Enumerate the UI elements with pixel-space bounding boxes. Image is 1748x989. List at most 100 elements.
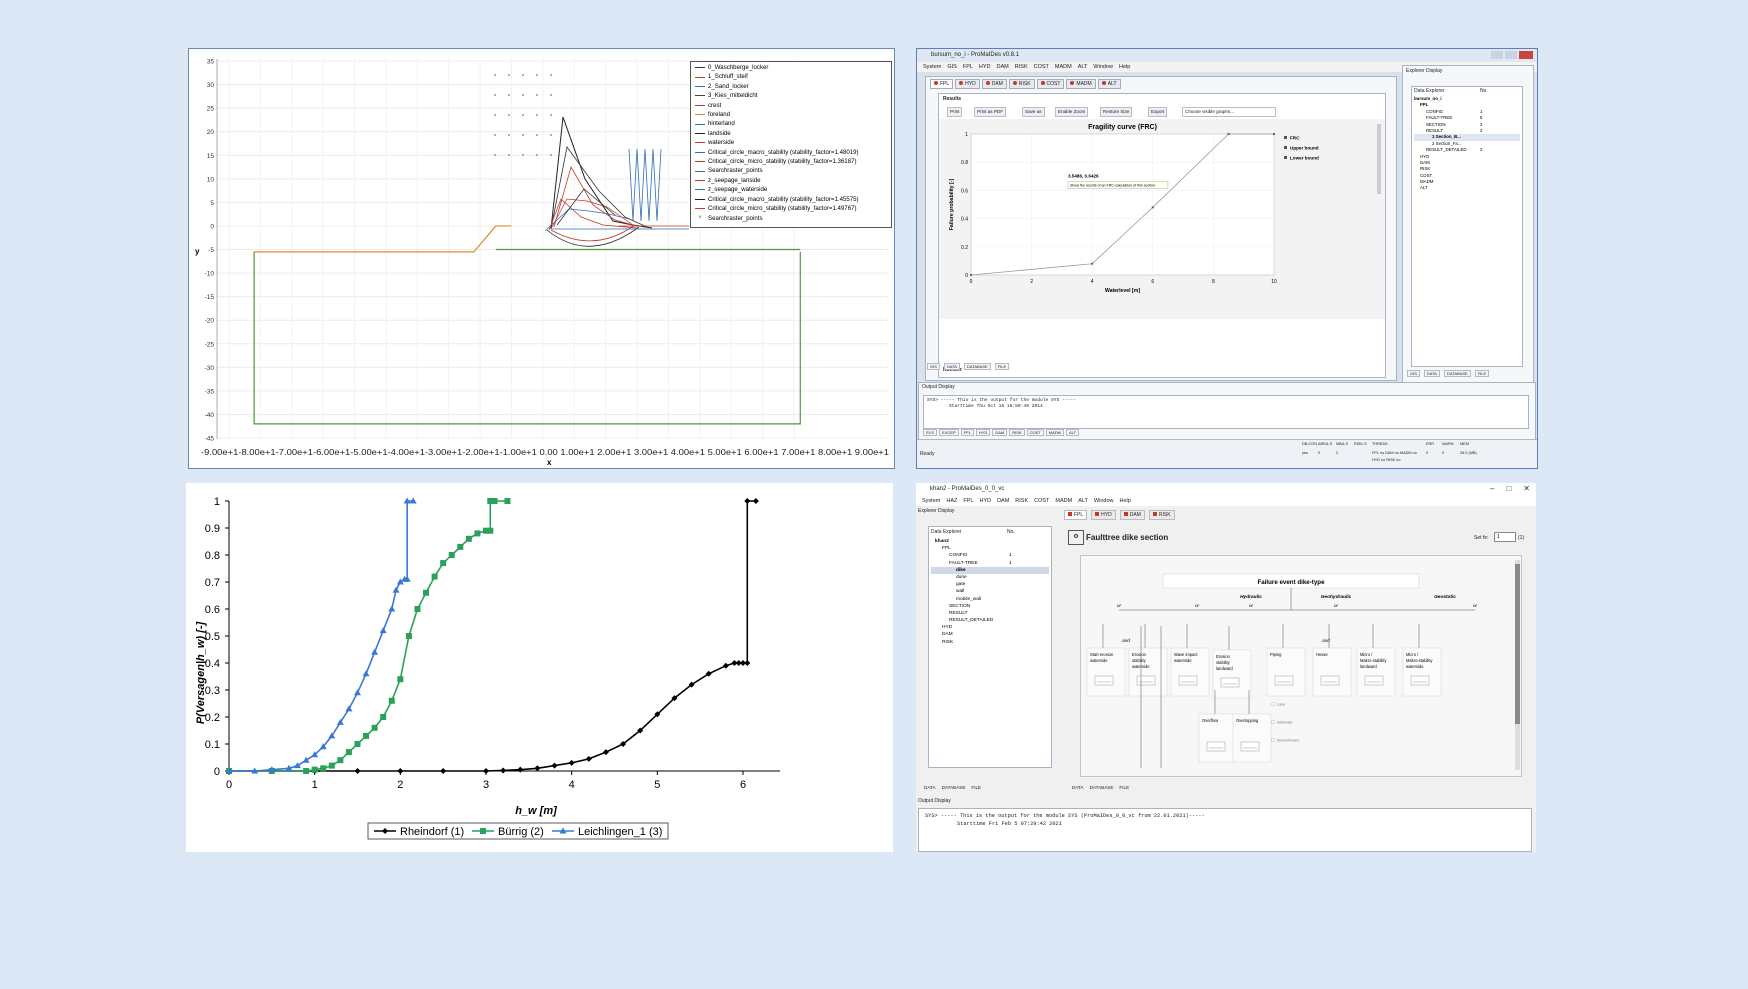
tree-item[interactable]: CONFIG 1 (931, 552, 1049, 559)
tab-dam[interactable]: DAM (981, 79, 1007, 89)
menu-item-system[interactable]: System (922, 496, 940, 506)
event-settings-icon[interactable] (1220, 677, 1240, 688)
tree-item[interactable]: HYD (931, 624, 1049, 631)
event-settings-icon[interactable] (1364, 675, 1384, 686)
tab-cost[interactable]: COST (1036, 79, 1065, 89)
event-settings-icon[interactable] (1206, 741, 1226, 752)
tree-item[interactable]: dike (931, 566, 1049, 574)
output-console[interactable]: SYS> ----- This is the output for the mo… (923, 395, 1529, 429)
piping-option-radio[interactable] (1271, 720, 1275, 724)
scrollbar-thumb[interactable] (1515, 564, 1520, 724)
tab-data[interactable]: DATA (1423, 370, 1440, 377)
tab-data[interactable]: DATA (1072, 785, 1084, 790)
menu-item-fpl[interactable]: FPL (963, 62, 973, 72)
maximize-button[interactable] (1505, 51, 1517, 59)
tab-alt[interactable]: ALT (1065, 429, 1080, 436)
frc-point[interactable] (1273, 133, 1275, 135)
scrollbar[interactable] (1515, 560, 1520, 770)
minimize-button[interactable]: – (1490, 484, 1494, 493)
event-settings-icon[interactable] (1136, 675, 1156, 686)
toolbar-button-export[interactable]: Export (1148, 107, 1168, 117)
tree-item[interactable]: wall (931, 588, 1049, 595)
toolbar-button-enable-zoom[interactable]: Enable Zoom (1055, 107, 1089, 117)
tab-risk[interactable]: RISK (1008, 79, 1035, 89)
tab-gis[interactable]: GIS (1407, 370, 1420, 377)
event-settings-icon[interactable] (1094, 675, 1114, 686)
event-settings-icon[interactable] (1410, 675, 1430, 686)
piping-option-radio[interactable] (1271, 738, 1275, 742)
tab-data[interactable]: DATA (924, 785, 936, 790)
tree-item[interactable]: RESULT (931, 610, 1049, 617)
tree-item[interactable]: mobile_wall (931, 596, 1049, 603)
menu-item-dam[interactable]: DAM (997, 496, 1009, 506)
event-settings-icon[interactable] (1274, 675, 1294, 686)
tree-item[interactable]: DAM (931, 631, 1049, 638)
tab-dam[interactable]: DAM (992, 429, 1008, 436)
tab-hyd[interactable]: HYD (975, 429, 991, 436)
set-input[interactable]: 1 (1494, 532, 1516, 542)
tab-database[interactable]: DATABASE (963, 363, 991, 370)
menu-item-cost[interactable]: COST (1034, 62, 1049, 72)
tree-item[interactable]: RESULT_DETAILED (931, 617, 1049, 624)
tree-item[interactable]: FAULT-TREE 1 (931, 560, 1049, 567)
tree-item[interactable]: gate (931, 581, 1049, 588)
menu-item-help[interactable]: Help (1119, 496, 1130, 506)
tab-alt[interactable]: ALT (1097, 79, 1121, 89)
menu-item-hyd[interactable]: HYD (979, 62, 991, 72)
frc-point[interactable] (1151, 206, 1154, 209)
tab-risk[interactable]: RISK (1009, 429, 1025, 436)
tab-fpl[interactable]: FPL (930, 79, 954, 89)
tree-item[interactable]: ALT (1414, 185, 1520, 191)
minimize-button[interactable] (1491, 51, 1503, 59)
frc-point[interactable] (970, 274, 972, 276)
tab-dam[interactable]: DAM (1119, 510, 1145, 520)
menu-item-risk[interactable]: RISK (1015, 496, 1028, 506)
menu-item-hyd[interactable]: HYD (979, 496, 991, 506)
tab-data[interactable]: DATA (943, 363, 960, 370)
menu-item-help[interactable]: Help (1119, 62, 1130, 72)
tree-item[interactable]: SECTION (931, 603, 1049, 610)
menu-item-dam[interactable]: DAM (997, 62, 1009, 72)
toolbar-button-print[interactable]: Print (947, 107, 963, 117)
close-button[interactable] (1519, 51, 1533, 59)
tab-database[interactable]: DATABASE (1443, 370, 1471, 377)
tab-file[interactable]: FILE (1119, 785, 1129, 790)
tab-hyd[interactable]: HYD (1091, 510, 1116, 520)
menu-item-cost[interactable]: COST (1034, 496, 1049, 506)
toolbar-button-restore-size[interactable]: Restore Size (1100, 107, 1133, 117)
tab-fpl[interactable]: FPL (960, 429, 974, 436)
menu-item-window[interactable]: Window (1093, 62, 1113, 72)
event-settings-icon[interactable] (1178, 675, 1198, 686)
menu-item-risk[interactable]: RISK (1015, 62, 1028, 72)
tree-item[interactable]: khan2 (931, 538, 1049, 545)
scrollbar[interactable] (1377, 124, 1381, 194)
toolbar-button-save-as[interactable]: Save as (1022, 107, 1045, 117)
tab-sys[interactable]: SYS (923, 429, 938, 436)
tab-database[interactable]: DATABASE (1090, 785, 1114, 790)
tab-database[interactable]: DATABASE (942, 785, 966, 790)
menu-item-alt[interactable]: ALT (1078, 496, 1088, 506)
menu-item-haz[interactable]: HAZ (946, 496, 957, 506)
frc-point[interactable] (1091, 262, 1094, 265)
menu-item-madm[interactable]: MADM (1055, 496, 1072, 506)
close-button[interactable]: ✕ (1523, 484, 1530, 493)
visible-graphs-select[interactable]: Choose visible graphs... (1182, 107, 1276, 117)
tab-hyd[interactable]: HYD (955, 79, 980, 89)
output-console[interactable]: SYS> ----- This is the output for the mo… (918, 808, 1532, 852)
piping-option-radio[interactable] (1271, 702, 1275, 706)
event-settings-icon[interactable] (1240, 741, 1260, 752)
tab-gis[interactable]: GIS (927, 363, 940, 370)
tab-file[interactable]: FILE (994, 363, 1010, 370)
tab-excep[interactable]: EXCEP (939, 429, 959, 436)
frc-point[interactable] (1227, 133, 1230, 135)
menu-item-window[interactable]: Window (1094, 496, 1114, 506)
tree-item[interactable]: dune (931, 574, 1049, 581)
menu-item-alt[interactable]: ALT (1078, 62, 1088, 72)
tab-file[interactable]: FILE (971, 785, 981, 790)
toolbar-button-print-as-pdf[interactable]: Print as PDF (974, 107, 1007, 117)
menu-item-madm[interactable]: MADM (1055, 62, 1072, 72)
tab-file[interactable]: FILE (1474, 370, 1490, 377)
menu-item-system[interactable]: System (923, 62, 941, 72)
menu-item-gis[interactable]: GIS (947, 62, 956, 72)
menu-item-fpl[interactable]: FPL (963, 496, 973, 506)
